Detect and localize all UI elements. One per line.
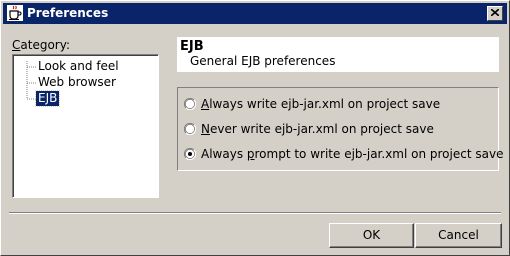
preferences-dialog: Preferences Category: Look and feel Web … [0,0,510,256]
radio-unchecked-icon[interactable] [184,123,196,135]
cancel-button[interactable]: Cancel [415,223,502,248]
option-label-pre: Always [201,147,247,161]
page-title: EJB [180,39,204,54]
option-always-write-label: Always write ejb-jar.xml on project save [201,97,440,111]
option-never-write-label: Never write ejb-jar.xml on project save [201,122,434,136]
option-label-accelerator: p [246,147,255,161]
tree-item-web-browser[interactable]: Web browser [36,75,118,90]
window-title: Preferences [27,6,109,20]
ejb-options-group: Always write ejb-jar.xml on project save… [177,87,503,171]
java-cup-icon [7,5,23,21]
footer-separator [9,212,501,214]
option-label-post: lways write ejb-jar.xml on project save [209,97,441,111]
tree-item-ejb[interactable]: EJB [34,90,61,107]
title-bar[interactable]: Preferences [3,3,507,24]
close-button[interactable] [487,6,503,21]
page-subtitle: General EJB preferences [190,54,336,68]
radio-checked-icon[interactable] [184,148,196,160]
close-icon [491,9,499,16]
category-tree[interactable]: Look and feel Web browser EJB [12,54,159,198]
option-label-post: rompt to write ejb-jar.xml on project sa… [254,147,504,161]
category-label: Category: [12,38,70,52]
radio-unchecked-icon[interactable] [184,98,196,110]
category-label-text: ategory: [20,38,70,52]
option-label-accelerator: N [201,122,210,136]
option-label-accelerator: A [201,97,210,111]
ok-button[interactable]: OK [329,223,414,248]
tree-item-look-and-feel[interactable]: Look and feel [36,59,121,74]
option-label-post: ever write ejb-jar.xml on project save [209,122,434,136]
option-always-prompt-label: Always prompt to write ejb-jar.xml on pr… [201,147,503,161]
page-header: EJB General EJB preferences [177,37,499,72]
